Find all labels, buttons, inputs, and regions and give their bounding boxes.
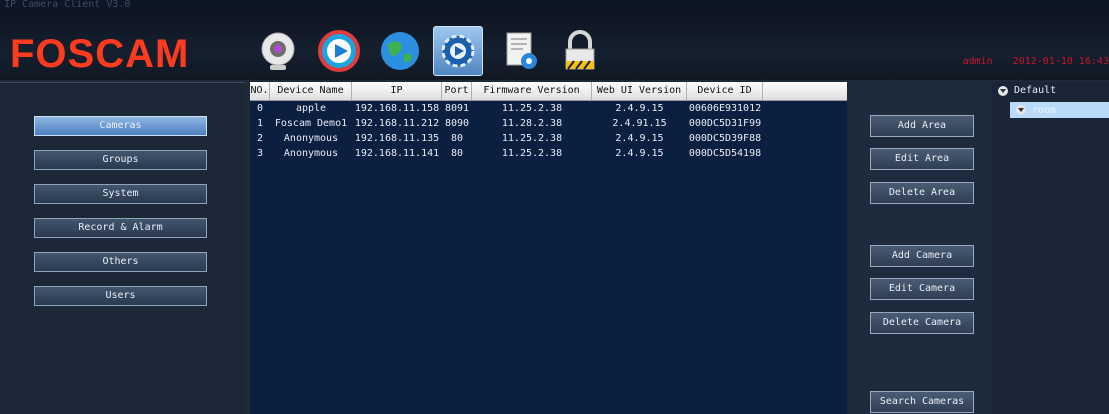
edit-camera-button[interactable]: Edit Camera [870,278,974,300]
cell-device-name: Anonymous [283,148,339,159]
table-row[interactable]: 2 Anonymous 192.168.11.135 80 11.25.2.38… [250,131,847,146]
settings-nav: Cameras Groups System Record & Alarm Oth… [0,82,245,414]
add-camera-button[interactable]: Add Camera [870,245,974,267]
nav-system-button[interactable]: System [34,184,207,204]
camera-table: NO. Device Name IP Port Firmware Version… [250,82,847,414]
cell-firmware: 11.25.2.38 [501,103,563,114]
table-row[interactable]: 1 Foscam Demo1 192.168.11.212 8090 11.28… [250,116,847,131]
tree-node-room[interactable]: room [1010,102,1109,118]
cell-no: 1 [256,118,264,129]
cell-device-name: Foscam Demo1 [274,118,348,129]
cell-firmware: 11.28.2.38 [501,118,563,129]
datetime: 2012-01-10 16:43 [1012,56,1109,67]
cell-device-id: 000DC5D39F88 [688,133,762,144]
play-icon[interactable] [314,26,364,76]
foscam-logo: FOSCAM [10,32,190,76]
table-header: NO. Device Name IP Port Firmware Version… [250,82,847,101]
tree-node-label: room [1032,104,1057,116]
search-cameras-button[interactable]: Search Cameras [870,391,974,413]
cell-device-name: Anonymous [283,133,339,144]
nav-cameras-button[interactable]: Cameras [34,116,207,136]
column-header[interactable]: Port [442,82,472,100]
cell-ip: 192.168.11.212 [354,118,440,129]
cell-ip: 192.168.11.158 [354,103,440,114]
cell-webui: 2.4.9.15 [615,103,664,114]
collapse-icon[interactable] [1016,105,1026,115]
cell-webui: 2.4.9.15 [615,148,664,159]
globe-icon[interactable] [375,26,425,76]
cell-webui: 2.4.9.15 [615,133,664,144]
cell-port: 80 [450,133,464,144]
edit-area-button[interactable]: Edit Area [870,148,974,170]
column-header[interactable]: Firmware Version [472,82,592,100]
tree-node-label: Default [1014,85,1057,96]
nav-users-button[interactable]: Users [34,286,207,306]
column-header[interactable]: Device ID [687,82,763,100]
cell-port: 8091 [444,103,470,114]
column-header[interactable]: Web UI Version [592,82,687,100]
column-header[interactable]: IP [352,82,442,100]
area-tree: Default room [992,82,1109,414]
user-status: admin 2012-01-10 16:43 [943,56,1109,67]
add-area-button[interactable]: Add Area [870,115,974,137]
table-row[interactable]: 0 apple 192.168.11.158 8091 11.25.2.38 2… [250,101,847,116]
cell-no: 2 [256,133,264,144]
cell-port: 8090 [444,118,470,129]
action-panel: Add Area Edit Area Delete Area Add Camer… [848,82,988,414]
nav-record-alarm-button[interactable]: Record & Alarm [34,218,207,238]
tree-node-default[interactable]: Default [998,85,1056,96]
cell-device-name: apple [295,103,327,114]
username: admin [962,56,993,67]
column-header[interactable]: Device Name [270,82,352,100]
lock-icon[interactable] [555,26,605,76]
cell-firmware: 11.25.2.38 [501,148,563,159]
delete-camera-button[interactable]: Delete Camera [870,312,974,334]
top-bar: FOSCAM admin 2012-01-10 16:43 [0,12,1109,80]
collapse-icon[interactable] [998,85,1008,96]
cell-no: 3 [256,148,264,159]
cell-device-id: 00606E931012 [688,103,762,114]
cell-firmware: 11.25.2.38 [501,133,563,144]
cell-device-id: 000DC5D54198 [688,148,762,159]
cell-port: 80 [450,148,464,159]
cell-ip: 192.168.11.141 [354,148,440,159]
window-title: IP Camera Client V3.0 [0,0,1109,12]
nav-groups-button[interactable]: Groups [34,150,207,170]
nav-others-button[interactable]: Others [34,252,207,272]
webcam-icon[interactable] [253,26,303,76]
cell-ip: 192.168.11.135 [354,133,440,144]
cell-webui: 2.4.91.15 [612,118,667,129]
cell-device-id: 000DC5D31F99 [688,118,762,129]
settings-gear-icon[interactable] [433,26,483,76]
app-window: IP Camera Client V3.0 FOSCAM admin 2012-0… [0,0,1109,414]
column-header[interactable]: NO. [250,82,270,100]
table-row[interactable]: 3 Anonymous 192.168.11.141 80 11.25.2.38… [250,146,847,161]
delete-area-button[interactable]: Delete Area [870,182,974,204]
log-document-icon[interactable] [496,26,546,76]
cell-no: 0 [256,103,264,114]
